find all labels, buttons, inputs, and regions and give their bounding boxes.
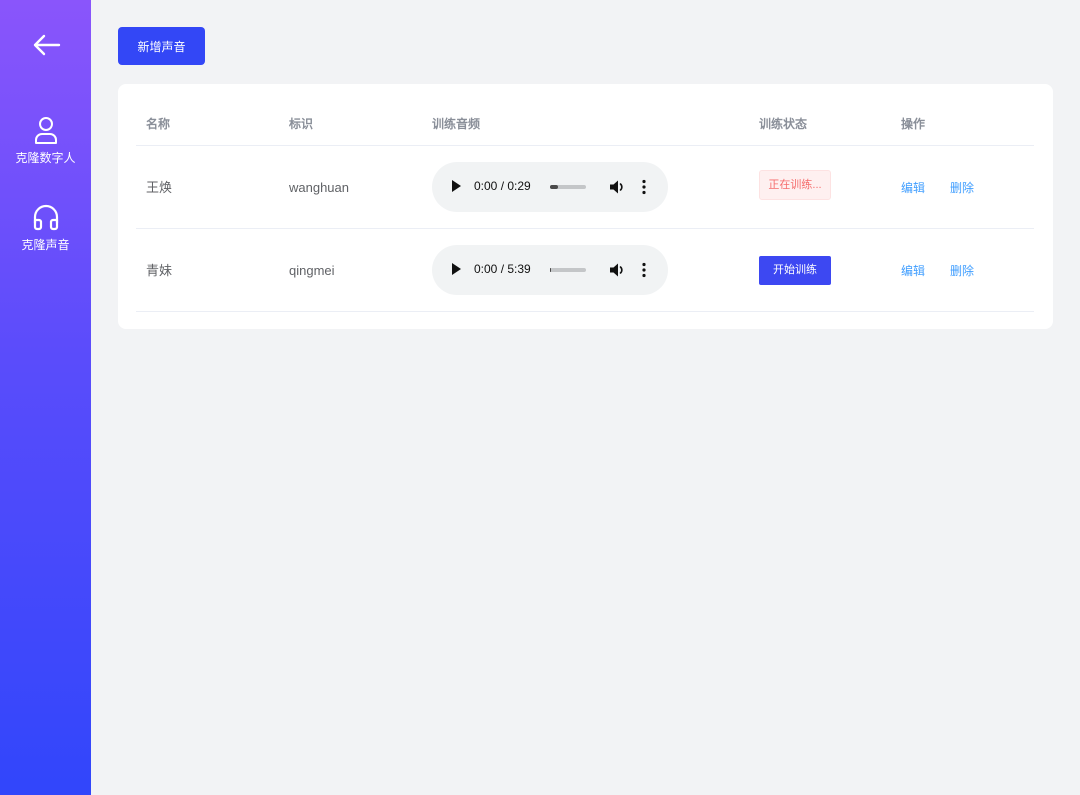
volume-icon[interactable] <box>608 178 626 196</box>
table-header: 名称 标识 训练音频 训练状态 操作 <box>136 106 1034 146</box>
play-icon[interactable] <box>452 180 461 192</box>
sidebar-item-clone-voice[interactable]: 克隆声音 <box>0 203 91 253</box>
headphones-icon <box>33 204 58 231</box>
audio-progress-fill <box>550 268 552 272</box>
audio-time: 0:00 / 0:29 <box>474 179 531 193</box>
arrow-left-icon <box>33 34 61 56</box>
sidebar: 克隆数字人 克隆声音 <box>0 0 91 795</box>
column-header-training-status: 训练状态 <box>759 117 808 131</box>
audio-progress-fill <box>550 185 558 189</box>
audio-player: 0:00 / 0:29 <box>432 162 668 212</box>
audio-progress-slider[interactable] <box>550 185 586 189</box>
table-row: 王焕 wanghuan 0:00 / 0:29 正在训练... 编辑 删除 <box>136 146 1034 229</box>
volume-icon[interactable] <box>608 261 626 279</box>
edit-link[interactable]: 编辑 <box>901 180 925 196</box>
more-options-icon[interactable] <box>638 178 650 196</box>
column-header-id: 标识 <box>289 117 314 131</box>
column-header-training-audio: 训练音频 <box>432 117 481 131</box>
play-icon[interactable] <box>452 263 461 275</box>
sidebar-item-clone-digital-human[interactable]: 克隆数字人 <box>0 116 91 166</box>
column-header-name: 名称 <box>146 117 171 131</box>
start-training-button[interactable]: 开始训练 <box>759 256 831 285</box>
voice-name: 青妹 <box>146 263 173 278</box>
sidebar-item-label: 克隆数字人 <box>15 151 76 165</box>
back-button[interactable] <box>28 28 64 62</box>
voice-id: wanghuan <box>289 180 349 195</box>
status-badge-training: 正在训练... <box>759 170 831 200</box>
delete-link[interactable]: 删除 <box>950 263 974 279</box>
user-icon <box>34 117 57 144</box>
edit-link[interactable]: 编辑 <box>901 263 925 279</box>
voice-id: qingmei <box>289 263 335 278</box>
sidebar-item-label: 克隆声音 <box>21 238 70 252</box>
audio-progress-slider[interactable] <box>550 268 586 272</box>
voice-table: 名称 标识 训练音频 训练状态 操作 王焕 wanghuan 0:00 / 0:… <box>136 106 1034 312</box>
delete-link[interactable]: 删除 <box>950 180 974 196</box>
add-voice-button[interactable]: 新增声音 <box>118 27 205 65</box>
voice-name: 王焕 <box>146 180 173 195</box>
app: 克隆数字人 克隆声音 新增声音 名称 标识 训练音频 训练状态 操作 王焕 wa… <box>0 0 1080 795</box>
audio-time: 0:00 / 5:39 <box>474 262 531 276</box>
column-header-actions: 操作 <box>901 117 926 131</box>
voice-table-card: 名称 标识 训练音频 训练状态 操作 王焕 wanghuan 0:00 / 0:… <box>118 84 1053 329</box>
more-options-icon[interactable] <box>638 261 650 279</box>
table-row: 青妹 qingmei 0:00 / 5:39 开始训练 编辑 删除 <box>136 229 1034 312</box>
audio-player: 0:00 / 5:39 <box>432 245 668 295</box>
